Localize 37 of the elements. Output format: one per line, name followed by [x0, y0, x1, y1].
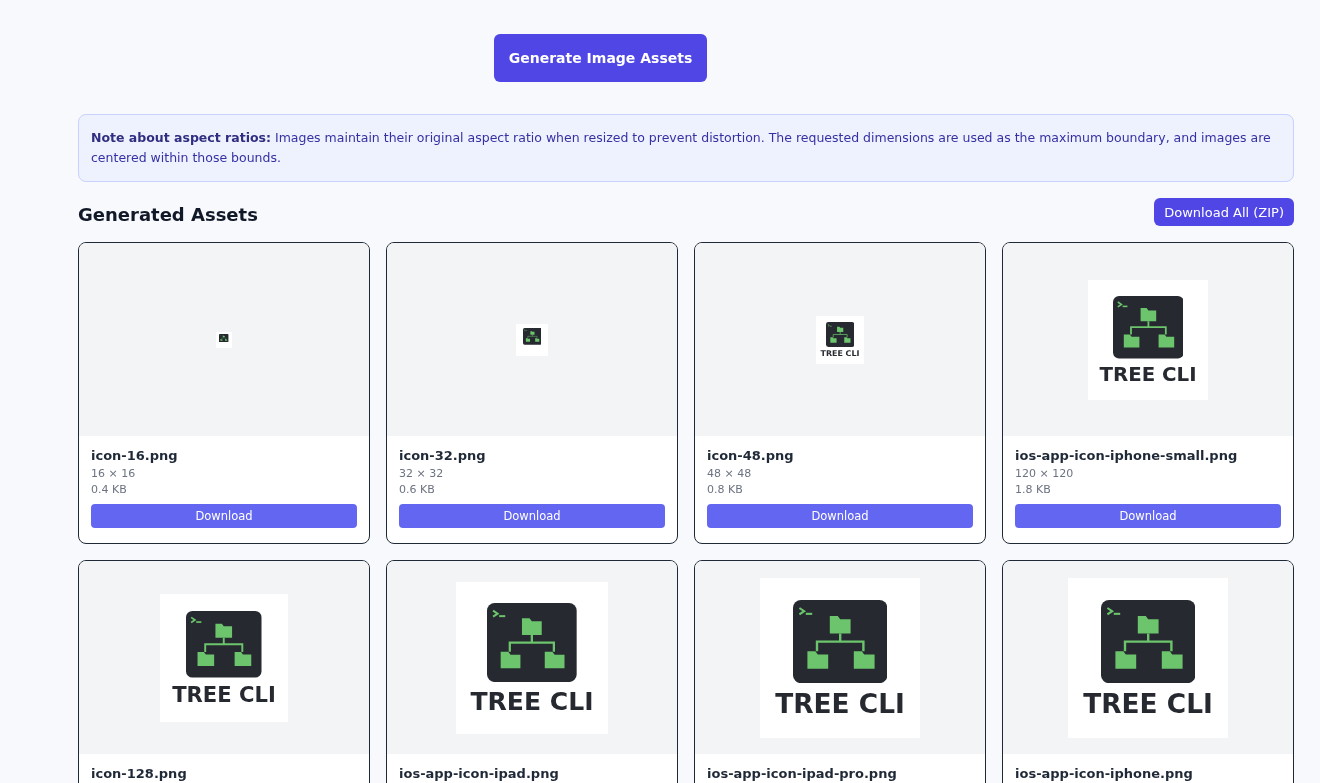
file-dimensions: 120 × 120: [1015, 466, 1075, 482]
logo-text: TREE CLI: [1099, 364, 1197, 385]
file-name: ios-app-icon-iphone-small.png: [1015, 448, 1239, 463]
logo-text: TREE CLI: [470, 689, 594, 715]
generate-button[interactable]: Generate Image Assets: [494, 34, 707, 82]
file-size: 1.8 KB: [1015, 482, 1052, 498]
terminal-tree-icon: [1112, 296, 1184, 359]
logo-text: TREE CLI: [775, 691, 905, 718]
file-name: ios-app-icon-ipad.png: [399, 766, 560, 781]
terminal-tree-icon: [1100, 599, 1196, 684]
download-all-button[interactable]: Download All (ZIP): [1154, 198, 1294, 226]
terminal-tree-icon: [792, 599, 888, 684]
info-note: Note about aspect ratios: Images maintain their original aspect ratio when resized to prevent distortion. The requested dimensions are used as the maximum boundary, and images are centered within those bounds.: [78, 114, 1294, 182]
terminal-tree-icon: [522, 327, 542, 345]
download-button[interactable]: Download: [1015, 504, 1281, 528]
terminal-tree-icon: [825, 322, 855, 348]
download-button[interactable]: Download: [91, 504, 357, 528]
download-button[interactable]: Download: [399, 504, 665, 528]
terminal-tree-icon: [219, 333, 229, 343]
logo-text: TREE CLI: [1083, 691, 1213, 718]
file-name: icon-32.png: [399, 448, 487, 463]
file-size: 0.8 KB: [707, 482, 744, 498]
file-name: icon-48.png: [707, 448, 795, 463]
file-name: icon-16.png: [91, 448, 179, 463]
terminal-tree-icon: [186, 611, 262, 678]
file-name: ios-app-icon-ipad-pro.png: [707, 766, 898, 781]
file-dimensions: 32 × 32: [399, 466, 445, 482]
section-title: Generated Assets: [78, 202, 258, 225]
terminal-tree-icon: [487, 602, 577, 682]
file-name: ios-app-icon-iphone.png: [1015, 766, 1194, 781]
file-name: icon-128.png: [91, 766, 188, 781]
download-button[interactable]: Download: [707, 504, 973, 528]
file-dimensions: 48 × 48: [707, 466, 753, 482]
file-size: 0.4 KB: [91, 482, 128, 498]
file-size: 0.6 KB: [399, 482, 436, 498]
file-dimensions: 16 × 16: [91, 466, 137, 482]
logo-text: TREE CLI: [172, 684, 276, 706]
